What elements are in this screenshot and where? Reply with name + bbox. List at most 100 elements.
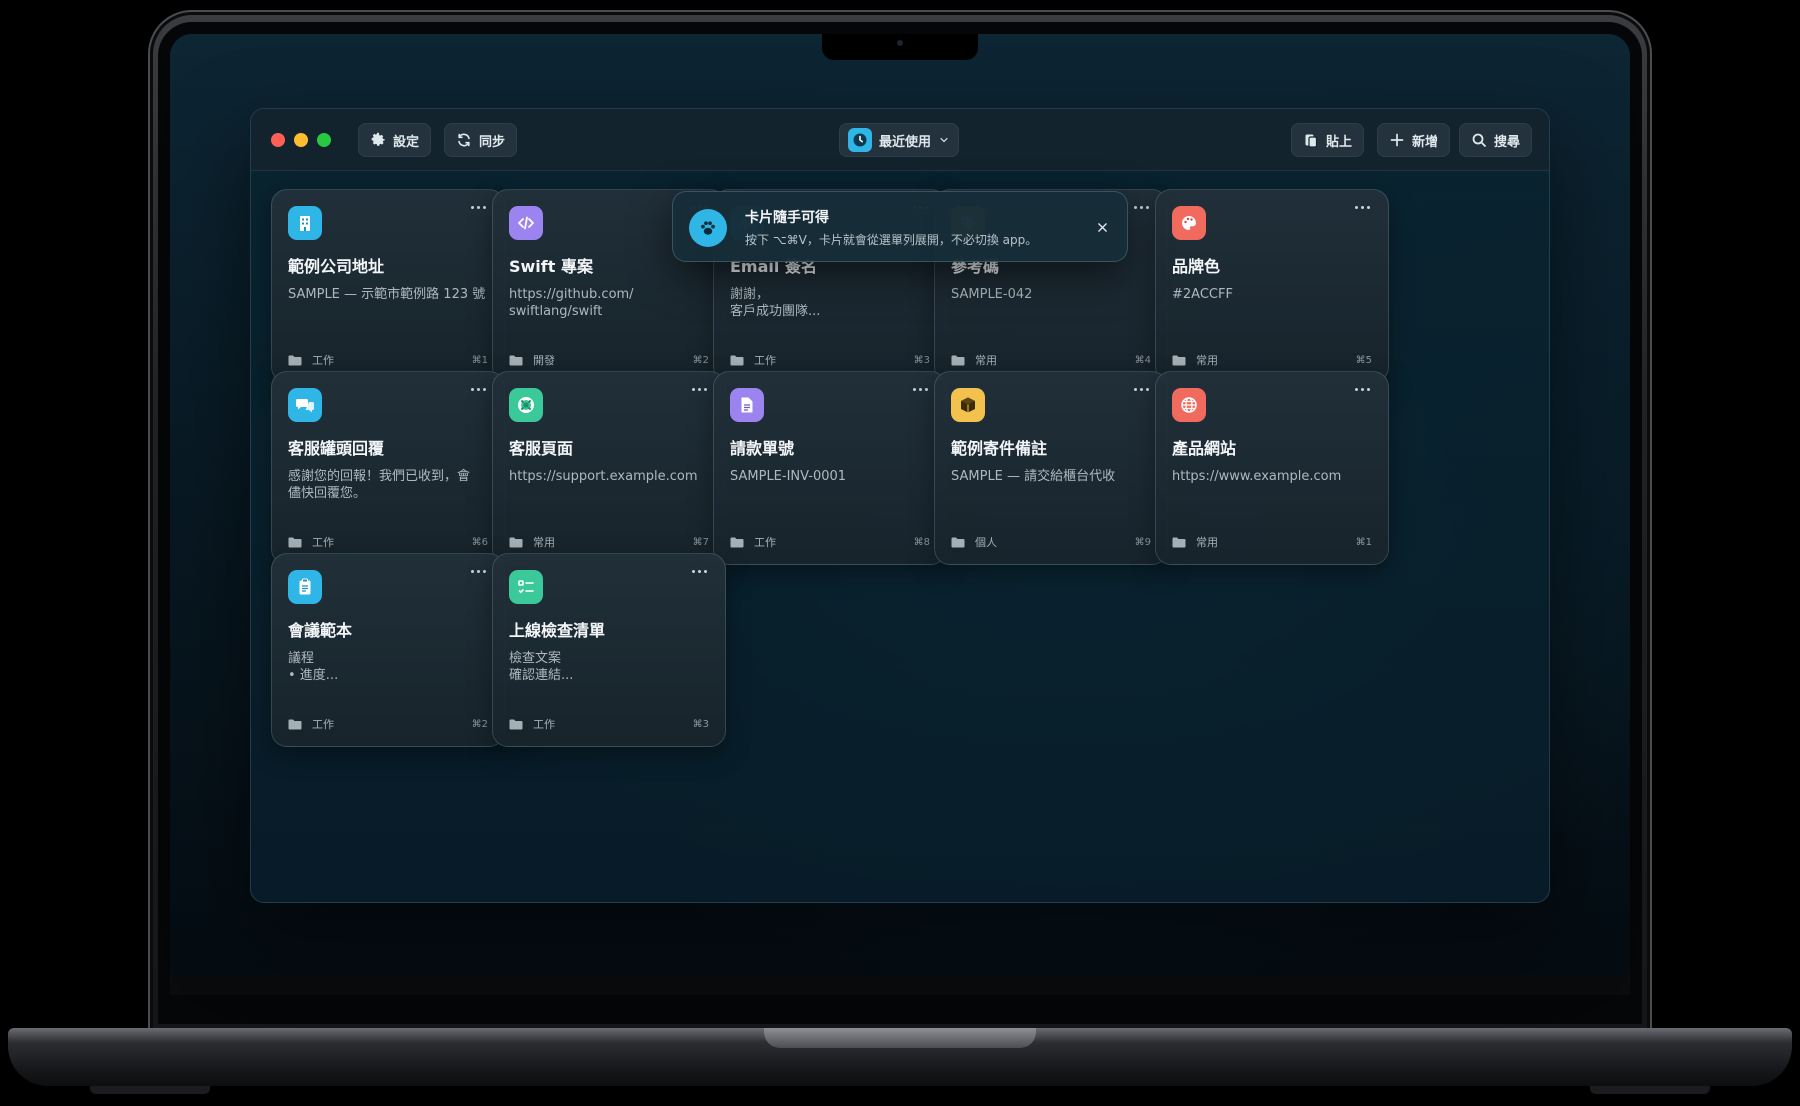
more-options-icon[interactable] [908,380,932,398]
recent-dropdown[interactable]: 最近使用 [839,123,960,157]
paste-label: 貼上 [1326,134,1353,150]
lifebuoy-icon [509,388,543,422]
card-category: 常用 [1196,536,1218,549]
search-icon [1472,133,1486,147]
card-shortcut: ⌘4 [1134,354,1151,366]
card-footer: 工作 ⌘8 [730,534,930,550]
new-card-button[interactable]: 新增 [1377,123,1451,157]
card-title: 範例寄件備註 [951,439,1048,458]
card-content: 謝謝， 客戶成功團隊... [730,287,821,319]
card-category: 工作 [312,718,334,731]
laptop-foot [1590,1086,1710,1094]
globe-icon [1172,388,1206,422]
card-footer: 工作 ⌘3 [730,352,930,368]
more-options-icon[interactable] [1129,380,1153,398]
settings-label: 設定 [393,134,420,150]
card-shortcut: ⌘9 [1134,536,1151,548]
minimize-window-button[interactable] [294,133,308,147]
folder-icon [730,537,744,547]
camera-icon [897,40,903,46]
card-category: 工作 [312,354,334,367]
card-title: 客服罐頭回覆 [288,439,385,458]
clipboard-icon [288,570,322,604]
folder-icon [1172,355,1186,365]
clip-card[interactable]: 客服罐頭回覆 感謝您的回報！我們已收到，會 儘快回覆您。 工作 ⌘6 [271,371,505,565]
settings-button[interactable]: 設定 [358,123,432,157]
palette-icon [1172,206,1206,240]
folder-icon [288,719,302,729]
sync-icon [458,133,470,147]
chat-bubbles-icon [288,388,322,422]
sync-button[interactable]: 同步 [444,123,518,157]
card-title: 範例公司地址 [288,257,385,276]
card-category: 常用 [975,354,997,367]
card-shortcut: ⌘3 [692,718,709,730]
card-footer: 常用 ⌘7 [509,534,709,550]
more-options-icon[interactable] [1350,198,1374,216]
clip-card[interactable]: 請款單號 SAMPLE-INV-0001 工作 ⌘8 [713,371,947,565]
folder-icon [951,355,965,365]
lid-opening-notch [764,1028,1036,1048]
card-title: 上線檢查清單 [509,621,606,640]
more-options-icon[interactable] [687,562,711,580]
code-icon [509,206,543,240]
more-options-icon[interactable] [466,380,490,398]
clip-card[interactable]: 範例公司地址 SAMPLE — 示範市範例路 123 號 工作 ⌘1 [271,189,505,383]
clip-card[interactable]: 上線檢查清單 檢查文案 確認連結... 工作 ⌘3 [492,553,726,747]
card-category: 工作 [754,536,776,549]
clip-card[interactable]: 會議範本 議程 • 進度... 工作 ⌘2 [271,553,505,747]
close-icon[interactable] [1091,216,1113,238]
folder-icon [288,537,302,547]
search-label: 搜尋 [1494,134,1521,150]
paw-icon [689,209,727,247]
card-content: 檢查文案 確認連結... [509,651,574,683]
clip-card[interactable]: 產品網站 https://www.example.com 常用 ⌘1 [1155,371,1389,565]
card-shortcut: ⌘6 [471,536,488,548]
clip-card[interactable]: 範例寄件備註 SAMPLE — 請交給櫃台代收 個人 ⌘9 [934,371,1168,565]
card-content: #2ACCFF [1172,287,1233,302]
card-shortcut: ⌘3 [913,354,930,366]
card-shortcut: ⌘2 [692,354,709,366]
card-footer: 個人 ⌘9 [951,534,1151,550]
folder-icon [288,355,302,365]
card-shortcut: ⌘8 [913,536,930,548]
card-category: 常用 [533,536,555,549]
card-shortcut: ⌘1 [471,354,488,366]
card-footer: 工作 ⌘2 [288,716,488,732]
card-category: 工作 [754,354,776,367]
chevron-down-icon [940,137,948,143]
clip-card[interactable]: 品牌色 #2ACCFF 常用 ⌘5 [1155,189,1389,383]
folder-icon [509,355,523,365]
plus-icon [1390,133,1404,147]
card-shortcut: ⌘1 [1355,536,1372,548]
card-category: 常用 [1196,354,1218,367]
clipboard-paste-icon [1305,134,1318,148]
toast-message: 按下 ⌥⌘V，卡片就會從選單列展開，不必切換 app。 [745,233,1038,247]
more-options-icon[interactable] [466,198,490,216]
search-button[interactable]: 搜尋 [1459,123,1533,157]
more-options-icon[interactable] [1350,380,1374,398]
new-label: 新增 [1412,134,1439,150]
more-options-icon[interactable] [466,562,490,580]
card-footer: 工作 ⌘6 [288,534,488,550]
screen-bottom-bezel [170,977,1630,995]
checklist-icon [509,570,543,604]
close-window-button[interactable] [271,133,285,147]
card-shortcut: ⌘7 [692,536,709,548]
toolbar: 設定 同步 最近使用 貼上 新增 搜尋 [251,109,1549,171]
card-footer: 工作 ⌘3 [509,716,709,732]
card-content: https://www.example.com [1172,469,1342,484]
card-content: https://github.com/ swiftlang/swift [509,287,634,319]
zoom-window-button[interactable] [317,133,331,147]
card-category: 工作 [533,718,555,731]
folder-icon [509,719,523,729]
card-content: 議程 • 進度... [288,651,339,683]
clip-card[interactable]: 客服頁面 https://support.example.com 常用 ⌘7 [492,371,726,565]
more-options-icon[interactable] [687,380,711,398]
folder-icon [1172,537,1186,547]
paste-button[interactable]: 貼上 [1291,123,1365,157]
camera-notch [822,34,978,60]
building-icon [288,206,322,240]
more-options-icon[interactable] [1129,198,1153,216]
document-icon [730,388,764,422]
